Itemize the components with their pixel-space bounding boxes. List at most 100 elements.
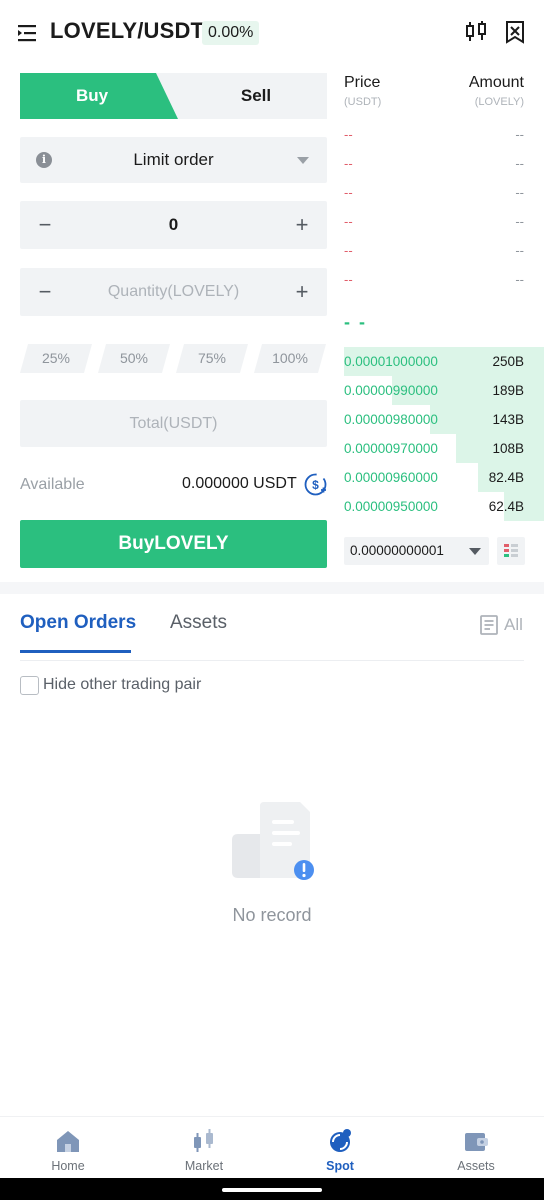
percent-75-button[interactable]: 75% (176, 344, 248, 373)
hide-other-pairs-checkbox[interactable] (20, 676, 39, 695)
price-decrement-button[interactable]: − (20, 201, 70, 249)
buy-submit-button[interactable]: BuyLOVELY (20, 520, 327, 568)
precision-value: 0.00000000001 (350, 543, 444, 558)
price-stepper: − 0 + (20, 201, 327, 249)
available-value: 0.000000 USDT (182, 475, 297, 492)
nav-assets[interactable]: Assets (408, 1117, 544, 1179)
total-input[interactable]: Total(USDT) (20, 400, 327, 447)
bid-amount: 189B (492, 383, 524, 398)
quantity-input[interactable]: Quantity(LOVELY) (70, 268, 277, 316)
orderbook-amount-unit: (LOVELY) (474, 96, 524, 108)
bid-amount: 108B (492, 441, 524, 456)
svg-text:$: $ (312, 478, 319, 492)
orderbook-price-unit: (USDT) (344, 96, 382, 108)
percent-row: 25% 50% 75% 100% (20, 344, 327, 373)
tab-buy[interactable]: Buy (20, 73, 178, 119)
empty-document-icon (232, 802, 314, 880)
precision-select[interactable]: 0.00000000001 (344, 537, 489, 565)
ask-price: -- (344, 127, 353, 142)
ask-row[interactable]: -- -- (344, 150, 524, 179)
ask-price: -- (344, 185, 353, 200)
orderbook-layout-icon[interactable] (497, 537, 525, 565)
percent-25-button[interactable]: 25% (20, 344, 92, 373)
tab-assets[interactable]: Assets (170, 612, 227, 634)
price-increment-button[interactable]: + (277, 201, 327, 249)
bid-amount: 82.4B (488, 470, 524, 485)
document-list-icon[interactable] (479, 614, 499, 636)
all-orders-link[interactable]: All (504, 615, 523, 635)
home-icon (57, 1131, 79, 1152)
header: LOVELY/USDT 0.00% (0, 0, 544, 66)
quantity-increment-button[interactable]: + (277, 268, 327, 316)
available-label: Available (20, 476, 85, 493)
tab-divider (20, 660, 524, 661)
side-tabs: Sell Buy (20, 73, 327, 119)
pair-title[interactable]: LOVELY/USDT (50, 18, 204, 44)
bid-row[interactable]: 0.00000990000 189B (344, 376, 544, 405)
ask-row[interactable]: -- -- (344, 208, 524, 237)
ask-amount: -- (515, 127, 524, 142)
ask-price: -- (344, 156, 353, 171)
market-icon (194, 1129, 213, 1152)
bid-price: 0.00000950000 (344, 499, 438, 514)
bid-price: 0.00000970000 (344, 441, 438, 456)
home-indicator[interactable] (222, 1188, 322, 1192)
tab-open-orders[interactable]: Open Orders (20, 612, 136, 634)
wallet-icon (465, 1133, 488, 1151)
bid-price: 0.00000990000 (344, 383, 438, 398)
ask-row[interactable]: -- -- (344, 237, 524, 266)
bid-row[interactable]: 0.00001000000 250B (344, 347, 544, 376)
bid-row[interactable]: 0.00000960000 82.4B (344, 463, 544, 492)
nav-spot[interactable]: Spot (272, 1117, 408, 1179)
favorite-remove-icon[interactable] (504, 20, 526, 44)
hide-other-pairs-label[interactable]: Hide other trading pair (43, 676, 201, 694)
bottom-nav: Home Market Spot Assets (0, 1116, 544, 1178)
nav-label: Home (51, 1159, 85, 1173)
ask-price: -- (344, 272, 353, 287)
caret-down-icon (469, 548, 481, 555)
nav-label: Market (184, 1159, 224, 1173)
bid-price: 0.00001000000 (344, 354, 438, 369)
ask-amount: -- (515, 243, 524, 258)
bid-depth-bar (430, 405, 544, 434)
quantity-stepper: − Quantity(LOVELY) + (20, 268, 327, 316)
ask-amount: -- (515, 214, 524, 229)
bid-amount: 62.4B (488, 499, 524, 514)
ask-row[interactable]: -- -- (344, 121, 524, 150)
percent-100-button[interactable]: 100% (254, 344, 326, 373)
menu-icon[interactable] (16, 22, 38, 44)
transfer-funds-icon[interactable]: $ (304, 473, 327, 496)
ask-amount: -- (515, 156, 524, 171)
spot-icon (330, 1129, 351, 1152)
bid-amount: 250B (492, 354, 524, 369)
total-placeholder: Total(USDT) (129, 415, 218, 432)
nav-market[interactable]: Market (136, 1117, 272, 1179)
ask-amount: -- (515, 185, 524, 200)
bid-row[interactable]: 0.00000980000 143B (344, 405, 544, 434)
ask-price: -- (344, 243, 353, 258)
ask-price: -- (344, 214, 353, 229)
order-type-select[interactable]: i Limit order (20, 137, 327, 183)
tab-buy-label: Buy (75, 86, 109, 105)
orderbook-amount-header: Amount (468, 74, 524, 91)
kline-chart-icon[interactable] (464, 20, 488, 44)
bid-amount: 143B (492, 412, 524, 427)
bid-row[interactable]: 0.00000950000 62.4B (344, 492, 544, 521)
order-type-label: Limit order (133, 150, 214, 169)
bid-price: 0.00000960000 (344, 470, 438, 485)
price-input[interactable]: 0 (70, 201, 277, 249)
quantity-decrement-button[interactable]: − (20, 268, 70, 316)
percent-50-button[interactable]: 50% (98, 344, 170, 373)
ask-row[interactable]: -- -- (344, 179, 524, 208)
section-divider (0, 582, 544, 594)
ask-amount: -- (515, 272, 524, 287)
tab-sell-label: Sell (240, 86, 272, 105)
bid-price: 0.00000980000 (344, 412, 438, 427)
caret-down-icon (297, 157, 309, 164)
nav-label: Spot (326, 1159, 354, 1173)
bid-row[interactable]: 0.00000970000 108B (344, 434, 544, 463)
orderbook-price-header: Price (344, 74, 381, 91)
nav-home[interactable]: Home (0, 1117, 136, 1179)
ask-row[interactable]: -- -- (344, 266, 524, 295)
change-badge: 0.00% (202, 21, 260, 45)
